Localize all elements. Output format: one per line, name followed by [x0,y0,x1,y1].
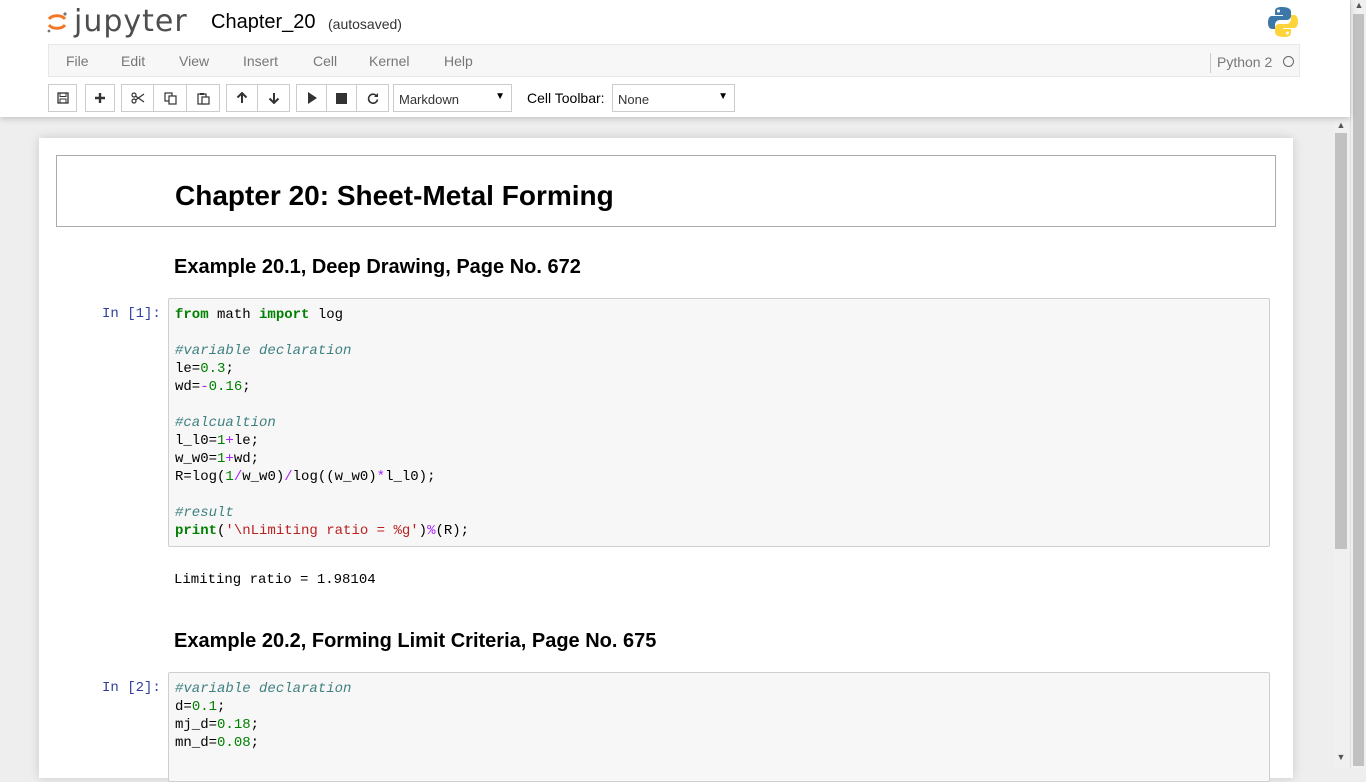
window-scroll-up-icon[interactable]: ▲ [1351,0,1366,14]
arrow-down-icon [268,93,279,104]
refresh-icon [367,93,378,104]
cell-toolbar-select[interactable]: None ▼ [612,84,735,112]
stop-icon [336,92,347,104]
example-1-heading: Example 20.1, Deep Drawing, Page No. 672 [174,256,581,278]
arrow-up-icon [236,92,248,103]
cell-type-value: Markdown [399,92,459,107]
chevron-down-icon: ▼ [495,91,505,102]
autosave-status: (autosaved) [328,16,402,32]
menu-insert[interactable]: Insert [243,53,278,69]
interrupt-kernel-button[interactable] [326,84,357,112]
paste-icon [196,92,210,105]
menubar: File Edit View Insert Cell Kernel Help P… [48,44,1300,77]
menu-cell[interactable]: Cell [313,53,337,69]
save-icon [56,92,69,104]
cut-button[interactable] [121,84,154,112]
scroll-down-arrow-icon[interactable]: ▼ [1333,752,1349,766]
move-down-button[interactable] [257,84,290,112]
menu-view[interactable]: View [179,53,209,69]
cell-type-select[interactable]: Markdown ▼ [393,84,512,112]
move-up-button[interactable] [226,84,258,112]
code-cell-2[interactable]: #variable declaration d=0.1; mj_d=0.18; … [168,672,1270,782]
kernel-separator [1210,53,1211,73]
play-icon [307,92,317,104]
header: jupyter Chapter_20 (autosaved) File Edit… [0,0,1350,117]
menu-edit[interactable]: Edit [121,53,145,69]
restart-kernel-button[interactable] [356,84,389,112]
chapter-title: Chapter 20: Sheet-Metal Forming [175,180,614,211]
menu-help[interactable]: Help [444,53,473,69]
code-cell-1[interactable]: from math import log #variable declarati… [168,298,1270,547]
cell-toolbar-label: Cell Toolbar: [527,90,605,106]
kernel-idle-indicator-icon [1283,56,1294,67]
kernel-name: Python 2 [1217,54,1273,70]
notebook-name[interactable]: Chapter_20 [211,11,316,34]
copy-button[interactable] [153,84,187,112]
cell-1-output: Limiting ratio = 1.98104 [168,564,382,596]
menu-file[interactable]: File [66,53,89,69]
jupyter-logo-icon [46,11,68,33]
cell-1-prompt: In [1]: [102,306,161,322]
chevron-down-icon: ▼ [718,91,728,102]
window-scrollbar[interactable]: ▲ [1350,0,1366,768]
example-2-heading: Example 20.2, Forming Limit Criteria, Pa… [174,630,657,652]
jupyter-logo-text: jupyter [74,4,188,39]
code-cell-2-source: #variable declaration d=0.1; mj_d=0.18; … [175,681,352,751]
insert-cell-button[interactable] [85,84,115,112]
cell-toolbar-value: None [618,92,650,107]
plus-icon [95,93,105,103]
code-cell-1-source: from math import log #variable declarati… [175,307,470,539]
copy-icon [163,91,177,105]
menu-kernel[interactable]: Kernel [369,53,409,69]
window-scrollbar-thumb[interactable] [1353,14,1364,766]
save-button[interactable] [48,84,77,112]
scroll-up-arrow-icon[interactable]: ▲ [1333,120,1349,132]
notebook-scrollbar-thumb[interactable] [1335,133,1347,549]
jupyter-logo[interactable]: jupyter [46,5,188,39]
scissors-icon [130,92,144,104]
paste-button[interactable] [186,84,220,112]
notebook-container: Chapter 20: Sheet-Metal Forming Example … [39,138,1293,782]
markdown-cell-selected[interactable]: Chapter 20: Sheet-Metal Forming [56,155,1276,227]
cell-2-prompt: In [2]: [102,680,161,696]
python-logo-icon [1266,5,1300,39]
run-cell-button[interactable] [296,84,327,112]
cell-1-output-text: Limiting ratio = 1.98104 [174,572,376,588]
